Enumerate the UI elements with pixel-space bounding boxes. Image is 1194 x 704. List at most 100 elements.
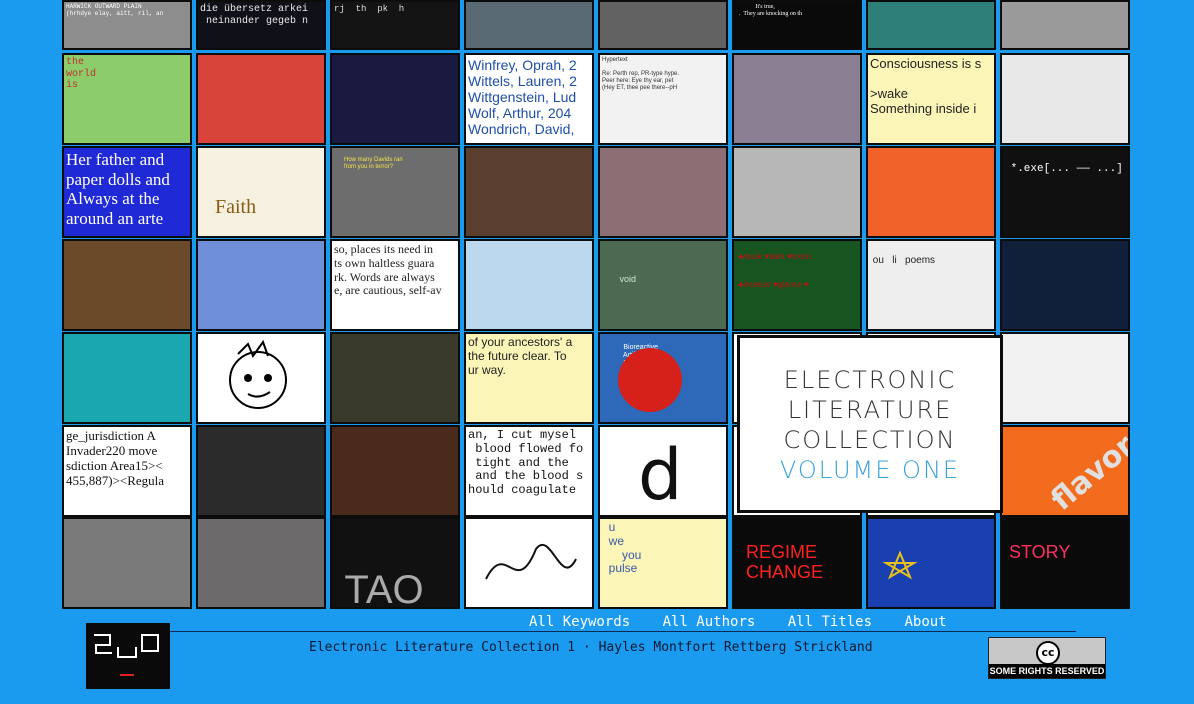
thumbnail-caption: ♣musk ♥dark ♥incen ♣incense ♥glance ♥ xyxy=(738,252,812,289)
work-thumbnail[interactable]: u we you pulse xyxy=(598,517,728,609)
work-thumbnail[interactable]: STORY xyxy=(1000,517,1130,609)
work-thumbnail[interactable] xyxy=(1000,332,1130,424)
work-thumbnail[interactable]: d xyxy=(598,425,728,517)
thumbnail-caption xyxy=(466,2,592,48)
thumbnail-caption: How many Davids ran from you in terror? xyxy=(344,156,403,170)
all-titles-link[interactable]: All Titles xyxy=(788,614,872,630)
work-thumbnail[interactable]: Bioreactive Artificial Learning Lifeform xyxy=(598,332,728,424)
work-thumbnail[interactable] xyxy=(866,0,996,50)
all-keywords-link[interactable]: All Keywords xyxy=(529,614,630,630)
thumbnail-caption xyxy=(1002,2,1128,48)
thumbnail-caption xyxy=(332,427,458,515)
thumbnail-caption xyxy=(600,148,726,236)
work-thumbnail[interactable] xyxy=(866,517,996,609)
work-thumbnail[interactable] xyxy=(732,53,862,145)
work-thumbnail[interactable]: It's true, . They are knocking on th xyxy=(732,0,862,50)
work-thumbnail[interactable]: so, places its need in ts own haltless g… xyxy=(330,239,460,331)
work-thumbnail[interactable]: REGIME CHANGE xyxy=(732,517,862,609)
face-drawing-icon xyxy=(198,334,324,422)
thumbnail-caption xyxy=(198,241,324,329)
work-thumbnail[interactable]: void xyxy=(598,239,728,331)
thumbnail-caption: Consciousness is s >wake Something insid… xyxy=(870,56,982,116)
thumbnail-caption xyxy=(600,2,726,48)
eli-logo[interactable] xyxy=(86,623,170,689)
work-thumbnail[interactable]: Winfrey, Oprah, 2 Wittels, Lauren, 2 Wit… xyxy=(464,53,594,145)
work-thumbnail[interactable] xyxy=(1000,53,1130,145)
thumbnail-art xyxy=(734,2,860,48)
work-thumbnail[interactable]: ge_jurisdiction A Invader220 move sdicti… xyxy=(62,425,192,517)
thumbnail-caption: *.exe[... —— ...] xyxy=(1010,162,1123,175)
title-line-3: COLLECTION xyxy=(783,426,957,454)
work-thumbnail[interactable] xyxy=(598,146,728,238)
work-thumbnail[interactable]: TAO xyxy=(330,517,460,609)
thumbnail-caption: Winfrey, Oprah, 2 Wittels, Lauren, 2 Wit… xyxy=(468,57,577,138)
eli-logo-icon xyxy=(94,634,159,676)
work-thumbnail[interactable] xyxy=(330,425,460,517)
thumbnail-caption xyxy=(1002,334,1128,422)
work-thumbnail[interactable]: Consciousness is s >wake Something insid… xyxy=(866,53,996,145)
thumbnail-caption xyxy=(64,334,190,422)
work-thumbnail[interactable]: rj th pk h xyxy=(330,0,460,50)
title-line-1: ELECTRONIC xyxy=(783,366,957,394)
work-thumbnail[interactable] xyxy=(196,425,326,517)
work-thumbnail[interactable]: Hypertext Re: Perth rep, PR-type hype. P… xyxy=(598,53,728,145)
thumbnail-caption xyxy=(466,241,592,329)
thumbnail-caption xyxy=(64,519,190,607)
work-thumbnail[interactable]: HARWICK OUTWARD PLAIN (hrhdye elay, aitt… xyxy=(62,0,192,50)
work-thumbnail[interactable]: ♣musk ♥dark ♥incen ♣incense ♥glance ♥ xyxy=(732,239,862,331)
thumbnail-caption xyxy=(332,55,458,143)
work-thumbnail[interactable] xyxy=(598,0,728,50)
work-thumbnail[interactable] xyxy=(732,146,862,238)
thumbnail-caption xyxy=(734,55,860,143)
work-thumbnail[interactable] xyxy=(1000,239,1130,331)
thumbnail-caption: ge_jurisdiction A Invader220 move sdicti… xyxy=(66,428,165,488)
work-thumbnail[interactable] xyxy=(1000,0,1130,50)
thumbnail-caption xyxy=(198,55,324,143)
work-thumbnail[interactable]: How many Davids ran from you in terror? xyxy=(330,146,460,238)
work-thumbnail[interactable] xyxy=(464,517,594,609)
cc-icon: cc xyxy=(1036,641,1060,665)
svg-text:d: d xyxy=(638,434,682,516)
cc-license-badge[interactable]: cc SOME RIGHTS RESERVED xyxy=(988,637,1106,679)
work-thumbnail[interactable]: *.exe[... —— ...] xyxy=(1000,146,1130,238)
work-thumbnail[interactable]: die übersetz arkei neinander gegeb n xyxy=(196,0,326,50)
work-thumbnail[interactable]: Faith xyxy=(196,146,326,238)
work-thumbnail[interactable] xyxy=(196,332,326,424)
thumbnail-caption: void xyxy=(619,274,637,285)
thumbnail-caption: die übersetz arkei neinander gegeb n xyxy=(200,4,309,27)
footer-nav: All Keywords All Authors All Titles Abou… xyxy=(529,614,971,630)
work-thumbnail[interactable] xyxy=(62,332,192,424)
work-thumbnail[interactable] xyxy=(464,0,594,50)
flavor-word-icon: flavor xyxy=(1002,427,1128,515)
thumbnail-caption: the world is xyxy=(66,57,97,91)
work-thumbnail[interactable]: ou li poems xyxy=(866,239,996,331)
work-thumbnail[interactable]: Her father and paper dolls and Always at… xyxy=(62,146,192,238)
thumbnail-caption: HARWICK OUTWARD PLAIN (hrhdye elay, aitt… xyxy=(66,3,164,17)
work-thumbnail[interactable] xyxy=(330,53,460,145)
work-thumbnail[interactable] xyxy=(866,146,996,238)
work-thumbnail[interactable] xyxy=(464,239,594,331)
work-thumbnail[interactable] xyxy=(196,239,326,331)
work-thumbnail[interactable] xyxy=(330,332,460,424)
about-link[interactable]: About xyxy=(904,614,946,630)
thumbnail-caption: of your ancestors' a the future clear. T… xyxy=(468,335,573,377)
work-thumbnail[interactable]: the world is xyxy=(62,53,192,145)
thumbnail-caption xyxy=(1002,241,1128,329)
all-authors-link[interactable]: All Authors xyxy=(663,614,756,630)
work-thumbnail[interactable] xyxy=(196,53,326,145)
collection-title-panel[interactable]: ELECTRONIC LITERATURE COLLECTION VOLUME … xyxy=(737,335,1003,513)
title-line-4: VOLUME ONE xyxy=(779,456,961,484)
thumbnail-caption xyxy=(868,2,994,48)
collection-credit: Electronic Literature Collection 1 · Hay… xyxy=(309,640,873,655)
work-thumbnail[interactable] xyxy=(62,239,192,331)
work-thumbnail[interactable] xyxy=(464,146,594,238)
work-thumbnail[interactable]: of your ancestors' a the future clear. T… xyxy=(464,332,594,424)
letter-d-icon: d xyxy=(600,427,726,515)
footer-divider xyxy=(170,631,1076,632)
work-thumbnail[interactable]: an, I cut mysel blood flowed fo tight an… xyxy=(464,425,594,517)
work-thumbnail[interactable] xyxy=(196,517,326,609)
work-thumbnail[interactable] xyxy=(62,517,192,609)
work-thumbnail[interactable]: flavor xyxy=(1000,425,1130,517)
svg-text:flavor: flavor xyxy=(1045,428,1130,517)
thumbnail-caption xyxy=(198,519,324,607)
